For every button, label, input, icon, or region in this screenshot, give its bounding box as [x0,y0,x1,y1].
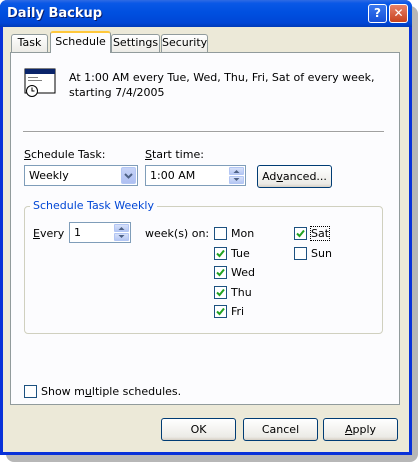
start-time-field[interactable]: 1:00 AM [145,165,246,186]
checkmark-icon [216,307,225,316]
every-weeks-value: 1 [74,226,81,239]
checkbox-label-mon: Mon [231,227,255,240]
schedule-weekly-group-title: Schedule Task Weekly [30,199,157,212]
checkbox-label-wed: Wed [231,266,255,279]
schedule-task-label: Schedule Task: [24,148,106,161]
tab-schedule[interactable]: Schedule [50,31,111,53]
ok-button[interactable]: OK [161,418,236,441]
cancel-button[interactable]: Cancel [243,418,318,441]
checkmark-icon [216,268,225,277]
help-button[interactable]: ? [368,4,387,23]
tab-settings[interactable]: Settings [111,34,160,52]
show-multiple-schedules-checkbox[interactable] [24,385,37,398]
title-bar[interactable]: Daily Backup ? ✕ [0,0,412,27]
advanced-button[interactable]: Advanced... [257,165,332,188]
weeks-on-label: week(s) on: [145,227,210,240]
every-weeks-stepper[interactable]: 1 [69,222,131,243]
schedule-task-select[interactable]: Weekly [24,165,138,186]
schedule-summary: At 1:00 AM every Tue, Wed, Thu, Fri, Sat… [69,71,375,99]
checkmark-icon [216,249,225,258]
checkbox-tue[interactable] [214,247,227,260]
schedule-task-value: Weekly [29,169,69,182]
checkbox-wed[interactable] [214,266,227,279]
checkbox-label-sat: Sat [309,226,331,241]
checkbox-label-thu: Thu [231,286,252,299]
checkbox-label-tue: Tue [231,247,250,260]
window-title: Daily Backup [7,6,103,21]
spin-down-icon[interactable] [229,176,244,184]
checkbox-thu[interactable] [214,286,227,299]
start-time-label: Start time: [145,148,204,161]
show-multiple-schedules-label: Show multiple schedules. [41,385,182,398]
spin-down-icon[interactable] [114,233,129,241]
tab-security[interactable]: Security [161,34,208,52]
checkbox-label-fri: Fri [231,305,245,318]
divider [23,131,384,133]
spin-up-icon[interactable] [114,224,129,232]
tab-task[interactable]: Task [11,34,48,52]
every-label: Every [33,227,65,240]
schedule-window-clock-icon [24,68,56,97]
checkbox-sun[interactable] [294,247,307,260]
apply-button[interactable]: Apply [323,418,398,441]
chevron-down-icon[interactable] [121,167,136,184]
start-time-value: 1:00 AM [150,169,196,182]
checkmark-icon [296,229,305,238]
checkbox-sat[interactable] [294,227,307,240]
checkmark-icon [216,288,225,297]
close-button[interactable]: ✕ [389,4,408,23]
spin-up-icon[interactable] [229,167,244,175]
checkbox-mon[interactable] [214,227,227,240]
checkbox-fri[interactable] [214,305,227,318]
checkbox-label-sun: Sun [311,247,332,260]
